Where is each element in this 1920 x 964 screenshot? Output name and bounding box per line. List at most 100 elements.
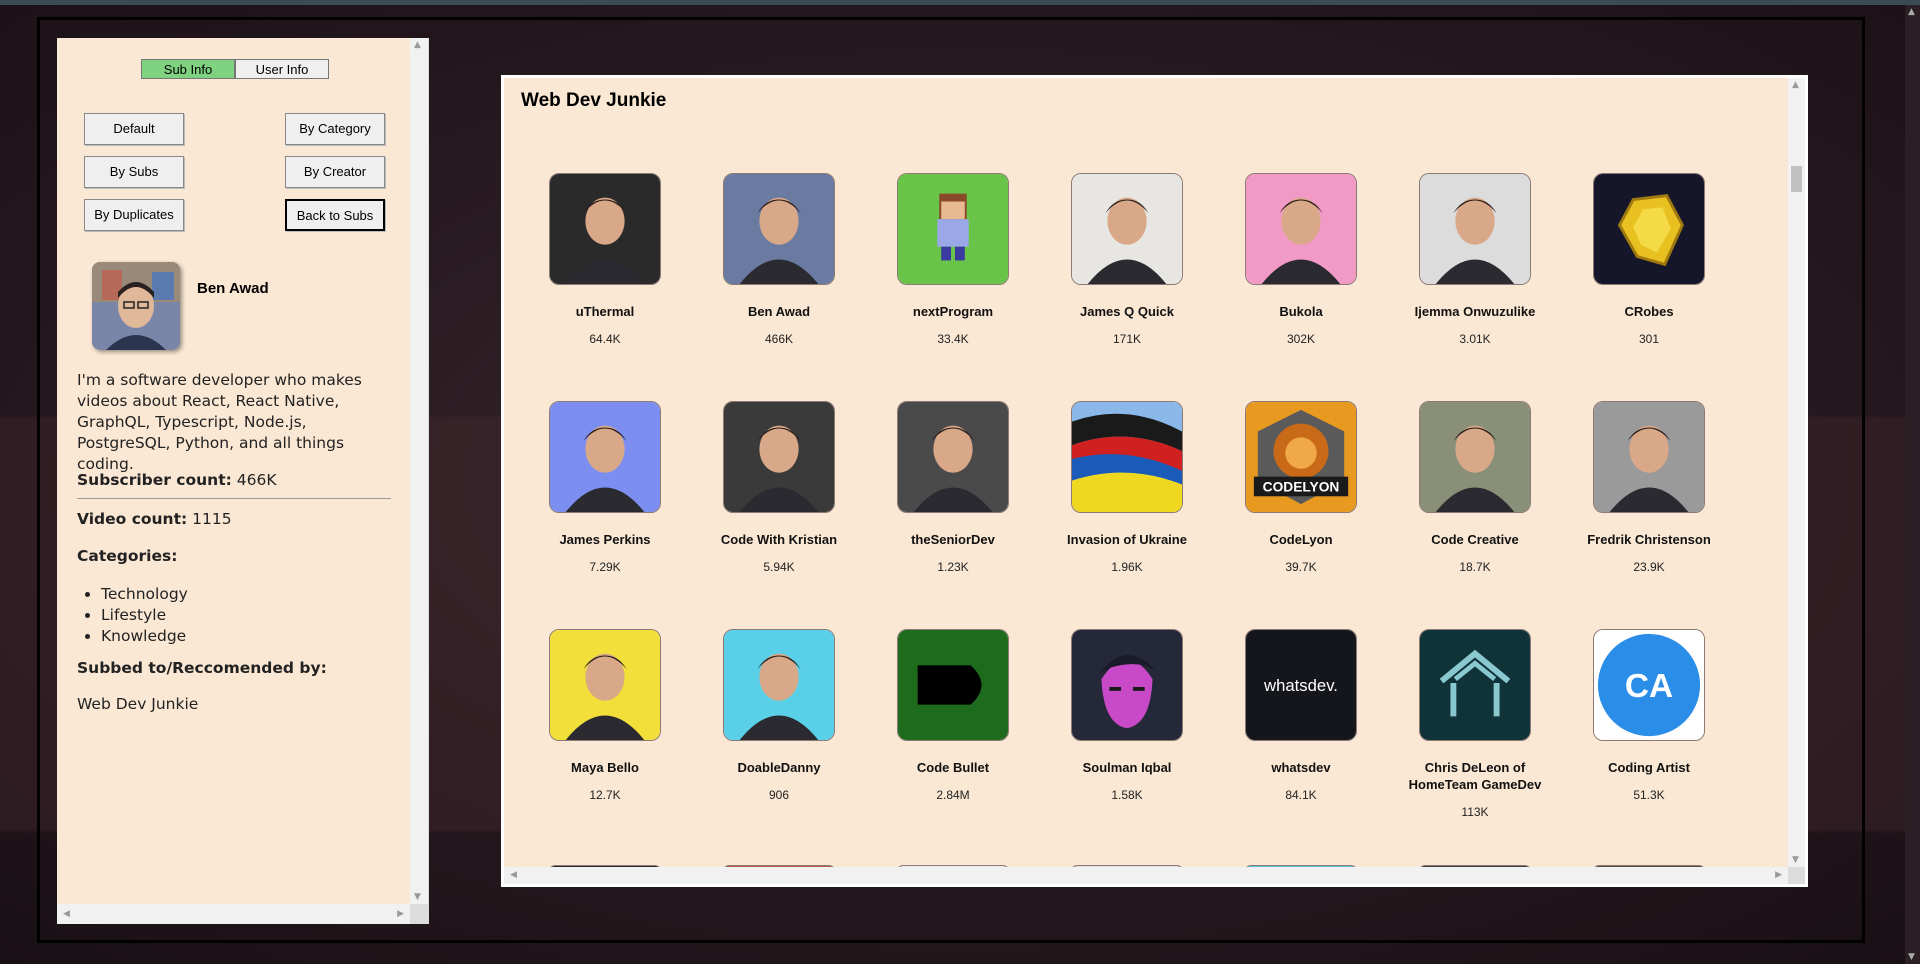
channel-card[interactable]: whatsdev. whatsdev 84.1K — [1226, 629, 1376, 802]
scroll-down-icon[interactable]: ▼ — [414, 892, 421, 902]
channel-avatar[interactable] — [897, 173, 1009, 285]
channel-card[interactable]: Soulman Iqbal 1.58K — [1052, 629, 1202, 802]
scroll-thumb[interactable] — [1791, 166, 1802, 192]
divider — [77, 498, 391, 499]
channel-name: Soulman Iqbal — [1082, 760, 1172, 775]
channel-name: CRobes — [1624, 304, 1674, 319]
channel-subscriber-count: 1.23K — [937, 560, 969, 574]
channel-avatar[interactable] — [1593, 173, 1705, 285]
main-vertical-scrollbar[interactable]: ▲ ▼ — [1788, 78, 1805, 867]
channel-card[interactable]: CRobes 301 — [1574, 173, 1724, 346]
channel-card[interactable]: theSeniorDev 1.23K — [878, 401, 1028, 574]
scroll-down-icon[interactable]: ▼ — [1908, 952, 1915, 962]
channel-avatar[interactable] — [723, 173, 835, 285]
subbed-value[interactable]: Web Dev Junkie — [77, 694, 397, 715]
channel-avatar[interactable] — [1071, 401, 1183, 513]
channel-avatar[interactable] — [1419, 173, 1531, 285]
channel-avatar[interactable] — [1071, 629, 1183, 741]
channel-card[interactable]: DoableDanny 906 — [704, 629, 854, 802]
channel-avatar[interactable] — [897, 401, 1009, 513]
channel-subscriber-count: 3.01K — [1459, 332, 1491, 346]
channel-card[interactable]: nextProgram 33.4K — [878, 173, 1028, 346]
category-item: Technology — [101, 584, 188, 605]
channel-card[interactable]: Bukola 302K — [1226, 173, 1376, 346]
channel-card[interactable]: CA Coding Artist 51.3K — [1574, 629, 1724, 802]
channel-subscriber-count: 302K — [1286, 332, 1316, 346]
channel-card[interactable]: Ben Awad 466K — [704, 173, 854, 346]
categories-label: Categories: — [77, 547, 178, 565]
scroll-left-icon[interactable]: ◀ — [510, 870, 517, 880]
channel-subscriber-count: 7.29K — [589, 560, 621, 574]
channel-avatar[interactable]: CA — [1593, 629, 1705, 741]
subscriber-count: Subscriber count: 466K — [77, 470, 397, 491]
channel-card[interactable]: Maya Bello 12.7K — [530, 629, 680, 802]
channel-name: uThermal — [575, 304, 635, 319]
by-subs-button[interactable]: By Subs — [84, 156, 184, 188]
channel-avatar[interactable] — [1419, 401, 1531, 513]
scroll-up-icon[interactable]: ▲ — [1792, 80, 1799, 90]
channel-card[interactable]: Code With Kristian 5.94K — [704, 401, 854, 574]
channel-card[interactable]: Ijemma Onwuzulike 3.01K — [1400, 173, 1550, 346]
channel-card[interactable]: Fredrik Christenson 23.9K — [1574, 401, 1724, 574]
channel-avatar[interactable] — [549, 173, 661, 285]
profile-description: I'm a software developer who makes video… — [77, 371, 362, 473]
video-count-label: Video count: — [77, 510, 188, 528]
channel-subscriber-count: 39.7K — [1285, 560, 1317, 574]
subscriber-count-value: 466K — [236, 471, 277, 489]
info-toggle: Sub Info User Info — [141, 59, 329, 79]
channel-name: Invasion of Ukraine — [1067, 532, 1187, 547]
channel-subscriber-count: 113K — [1461, 805, 1489, 819]
default-sort-button[interactable]: Default — [84, 113, 184, 145]
channel-avatar[interactable]: CODELYON — [1245, 401, 1357, 513]
tab-sub-info[interactable]: Sub Info — [141, 59, 235, 79]
channel-subscriber-count: 466K — [764, 332, 794, 346]
channel-card[interactable]: uThermal 64.4K — [530, 173, 680, 346]
svg-text:CODELYON: CODELYON — [1263, 479, 1340, 494]
window-scrollbar[interactable]: ▲ ▼ — [1905, 5, 1920, 964]
channel-avatar[interactable] — [1071, 173, 1183, 285]
channel-card[interactable]: James Perkins 7.29K — [530, 401, 680, 574]
svg-text:CA: CA — [1625, 668, 1673, 705]
channel-card[interactable]: Invasion of Ukraine 1.96K — [1052, 401, 1202, 574]
scroll-right-icon[interactable]: ▶ — [1775, 870, 1782, 880]
channel-avatar[interactable] — [549, 401, 661, 513]
channel-avatar[interactable] — [897, 629, 1009, 741]
channel-name: James Q Quick — [1080, 304, 1174, 319]
channel-subscriber-count: 12.7K — [589, 788, 621, 802]
by-duplicates-button[interactable]: By Duplicates — [84, 199, 184, 231]
channel-name: Ijemma Onwuzulike — [1414, 304, 1536, 319]
scroll-left-icon[interactable]: ◀ — [63, 909, 70, 919]
profile-avatar — [92, 262, 180, 350]
categories-heading: Categories: — [77, 546, 397, 567]
channel-name: Code Creative — [1431, 532, 1519, 547]
channel-avatar[interactable]: whatsdev. — [1245, 629, 1357, 741]
channel-avatar[interactable] — [723, 401, 835, 513]
left-horizontal-scrollbar[interactable]: ◀ ▶ — [57, 904, 410, 924]
back-to-subs-button[interactable]: Back to Subs — [285, 199, 385, 231]
panel-title: Web Dev Junkie — [521, 90, 667, 111]
channel-name: Coding Artist — [1608, 760, 1690, 775]
by-category-button[interactable]: By Category — [285, 113, 385, 145]
channel-subscriber-count: 84.1K — [1285, 788, 1317, 802]
channel-avatar[interactable] — [1419, 629, 1531, 741]
channel-name: James Perkins — [559, 532, 651, 547]
scroll-up-icon[interactable]: ▲ — [1908, 7, 1915, 17]
main-horizontal-scrollbar[interactable]: ◀ ▶ — [504, 867, 1788, 884]
channel-subscriber-count: 2.84M — [936, 788, 970, 802]
left-vertical-scrollbar[interactable]: ▲ ▼ — [410, 38, 428, 904]
channel-card[interactable]: Chris DeLeon of HomeTeam GameDev 113K — [1400, 629, 1550, 819]
channel-card[interactable]: James Q Quick 171K — [1052, 173, 1202, 346]
channel-card[interactable]: Code Bullet 2.84M — [878, 629, 1028, 802]
channel-avatar[interactable] — [723, 629, 835, 741]
by-creator-button[interactable]: By Creator — [285, 156, 385, 188]
channel-card[interactable]: Code Creative 18.7K — [1400, 401, 1550, 574]
channel-avatar[interactable] — [549, 629, 661, 741]
channel-card[interactable]: CODELYON CodeLyon 39.7K — [1226, 401, 1376, 574]
scroll-up-icon[interactable]: ▲ — [414, 40, 421, 50]
channel-subscriber-count: 5.94K — [763, 560, 795, 574]
scroll-down-icon[interactable]: ▼ — [1792, 855, 1799, 865]
tab-user-info[interactable]: User Info — [235, 59, 329, 79]
scroll-right-icon[interactable]: ▶ — [397, 909, 404, 919]
channel-avatar[interactable] — [1245, 173, 1357, 285]
channel-avatar[interactable] — [1593, 401, 1705, 513]
